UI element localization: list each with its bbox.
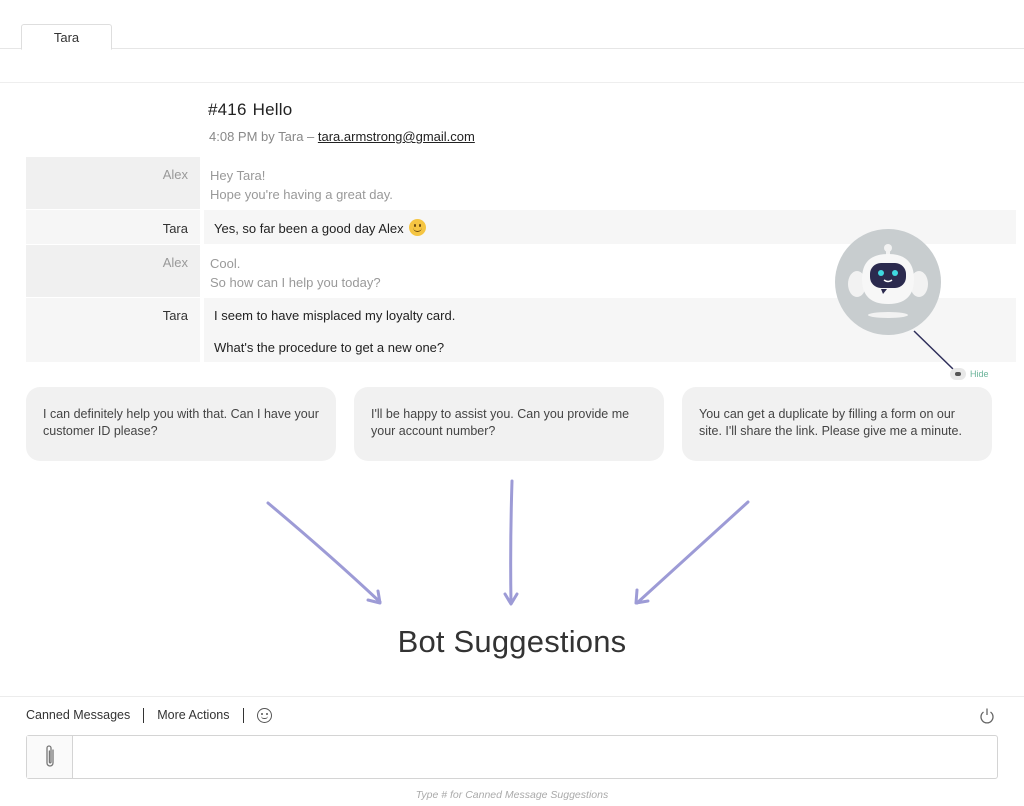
- annotation-arrows: [266, 479, 750, 606]
- canned-messages-button[interactable]: Canned Messages: [26, 708, 130, 722]
- arrow-center-icon: [509, 479, 514, 605]
- arrow-right-icon: [635, 500, 750, 605]
- message-composer: [26, 735, 998, 779]
- attach-button[interactable]: [27, 736, 73, 778]
- separator: [143, 707, 145, 723]
- composer-actions: Canned Messages More Actions: [26, 706, 272, 724]
- separator: [242, 707, 244, 723]
- power-icon[interactable]: [979, 707, 995, 725]
- more-actions-button[interactable]: More Actions: [157, 708, 229, 722]
- arrow-left-icon: [266, 501, 382, 604]
- bot-suggestions-heading: Bot Suggestions: [397, 624, 627, 659]
- paperclip-icon: [45, 745, 54, 767]
- divider: [0, 696, 1024, 697]
- message-input[interactable]: [73, 736, 997, 778]
- emoji-picker-icon[interactable]: [256, 707, 272, 723]
- composer-hint: Type # for Canned Message Suggestions: [415, 789, 609, 801]
